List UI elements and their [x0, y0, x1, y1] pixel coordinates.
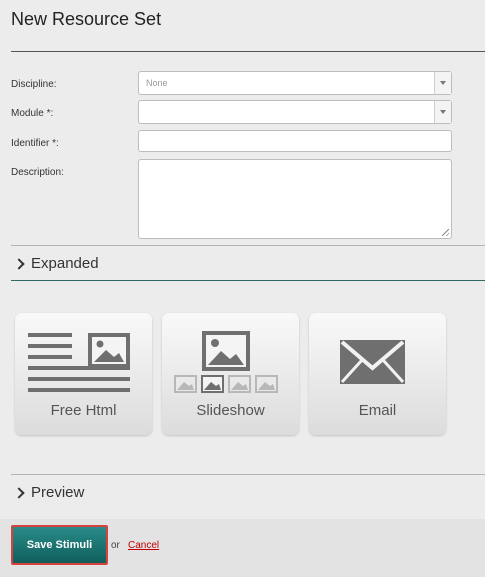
description-field[interactable]	[138, 159, 452, 239]
page-title: New Resource Set	[11, 9, 162, 29]
slideshow-label: Slideshow	[196, 402, 265, 419]
title-divider	[11, 51, 485, 52]
chevron-down-icon[interactable]	[434, 72, 451, 94]
chevron-down-icon[interactable]	[434, 101, 451, 123]
chevron-right-icon	[13, 257, 25, 270]
preview-section-toggle[interactable]: Preview	[13, 484, 85, 501]
discipline-select[interactable]: None	[138, 71, 452, 95]
identifier-label: Identifier *:	[11, 138, 59, 149]
module-select[interactable]	[138, 100, 452, 124]
identifier-field[interactable]	[138, 130, 452, 152]
expanded-section-label: Expanded	[31, 255, 99, 272]
module-label: Module *:	[11, 108, 54, 119]
expanded-top-divider	[11, 245, 485, 246]
save-stimuli-button[interactable]: Save Stimuli	[11, 525, 108, 565]
free-html-tile[interactable]: Free Html	[15, 313, 152, 435]
expanded-section-toggle[interactable]: Expanded	[13, 255, 99, 272]
expanded-bottom-divider	[11, 280, 485, 281]
discipline-label: Discipline:	[11, 79, 57, 90]
preview-section-label: Preview	[31, 484, 85, 501]
preview-top-divider	[11, 474, 485, 475]
email-tile[interactable]: Email	[309, 313, 446, 435]
slideshow-tile[interactable]: Slideshow	[162, 313, 299, 435]
free-html-label: Free Html	[50, 402, 117, 419]
chevron-right-icon	[13, 486, 25, 499]
email-label: Email	[358, 402, 397, 419]
discipline-value: None	[146, 78, 168, 88]
resize-grip-icon[interactable]	[442, 229, 449, 236]
cancel-link[interactable]: Cancel	[128, 540, 159, 551]
or-text: or	[111, 540, 120, 551]
description-label: Description:	[11, 167, 64, 178]
